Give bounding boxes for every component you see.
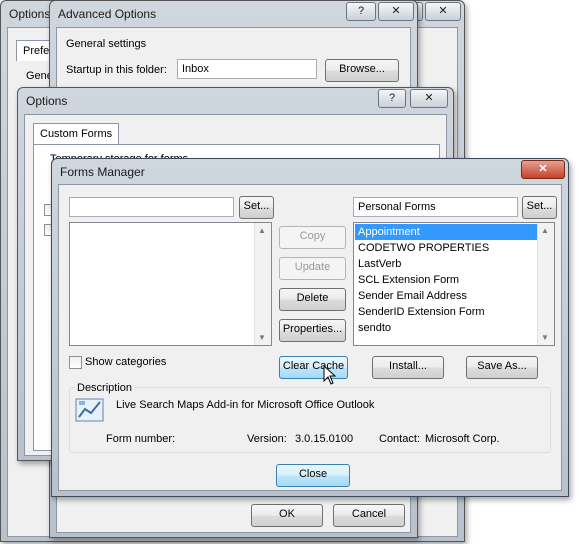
options-help-button[interactable]: ? <box>378 89 406 108</box>
general-settings-label: General settings <box>66 38 147 50</box>
right-library-field[interactable]: Personal Forms <box>353 197 518 217</box>
description-label: Description <box>75 382 135 394</box>
left-forms-list[interactable]: ▲ ▼ <box>69 222 272 346</box>
right-list-scrollbar[interactable]: ▲ ▼ <box>537 223 554 345</box>
startup-folder-label: Startup in this folder: <box>66 64 167 76</box>
outer-options-title: Options <box>9 7 51 21</box>
right-set-button[interactable]: Set... <box>522 196 557 219</box>
list-item[interactable]: LastVerb <box>355 256 537 272</box>
show-categories-checkbox[interactable] <box>69 356 82 369</box>
forms-manager-close-icon[interactable]: ✕ <box>521 160 565 179</box>
version-label: Version: <box>247 433 287 445</box>
forms-manager-client: Set... ▲ ▼ Copy Update Delete Properties… <box>58 184 562 491</box>
startup-folder-field[interactable]: Inbox <box>177 59 317 79</box>
close-button[interactable]: Close <box>276 464 350 487</box>
save-as-button[interactable]: Save As... <box>466 356 538 379</box>
clear-cache-button[interactable]: Clear Cache <box>279 356 348 379</box>
advanced-options-title: Advanced Options <box>58 7 157 21</box>
list-item[interactable]: Sender Email Address <box>355 288 537 304</box>
mouse-cursor-icon <box>323 365 337 385</box>
delete-button[interactable]: Delete <box>279 288 346 311</box>
scroll-up-icon[interactable]: ▲ <box>541 226 549 235</box>
scroll-down-icon[interactable]: ▼ <box>541 333 549 342</box>
ok-button[interactable]: OK <box>251 504 323 527</box>
forms-manager-window: Forms Manager ✕ Set... ▲ ▼ Copy Update D… <box>51 158 569 497</box>
properties-button[interactable]: Properties... <box>279 319 346 342</box>
list-item[interactable]: SenderID Extension Form <box>355 304 537 320</box>
list-item[interactable]: Appointment <box>355 224 537 240</box>
contact-label: Contact: <box>379 433 420 445</box>
install-button[interactable]: Install... <box>372 356 444 379</box>
right-forms-list[interactable]: Appointment CODETWO PROPERTIES LastVerb SCL… <box>353 222 555 346</box>
version-value: 3.0.15.0100 <box>295 433 354 445</box>
copy-button[interactable]: Copy <box>279 226 346 249</box>
options-close-button[interactable]: ✕ <box>410 89 448 108</box>
options-title: Options <box>26 94 68 108</box>
list-item[interactable]: CODETWO PROPERTIES <box>355 240 537 256</box>
update-button[interactable]: Update <box>279 257 346 280</box>
left-list-scrollbar[interactable]: ▲ ▼ <box>254 223 271 345</box>
form-icon <box>75 398 104 422</box>
description-text: Live Search Maps Add-in for Microsoft Of… <box>116 399 375 411</box>
list-item[interactable]: sendto <box>355 320 537 336</box>
left-library-field[interactable] <box>69 197 234 217</box>
list-item[interactable]: SCL Extension Form <box>355 272 537 288</box>
left-set-button[interactable]: Set... <box>239 196 274 219</box>
show-categories-label: Show categories <box>85 356 167 368</box>
outer-close-button[interactable]: ✕ <box>425 2 461 21</box>
advanced-help-button[interactable]: ? <box>346 2 376 21</box>
browse-button[interactable]: Browse... <box>325 59 399 82</box>
tab-custom-forms[interactable]: Custom Forms <box>33 123 120 144</box>
cancel-button[interactable]: Cancel <box>333 504 405 527</box>
advanced-close-button[interactable]: ✕ <box>378 2 414 21</box>
contact-value: Microsoft Corp. <box>425 433 500 445</box>
form-number-label: Form number: <box>106 433 176 445</box>
forms-manager-title: Forms Manager <box>60 165 145 179</box>
scroll-up-icon[interactable]: ▲ <box>258 226 266 235</box>
scroll-down-icon[interactable]: ▼ <box>258 333 266 342</box>
right-forms-items: Appointment CODETWO PROPERTIES LastVerb SCL… <box>355 224 537 336</box>
